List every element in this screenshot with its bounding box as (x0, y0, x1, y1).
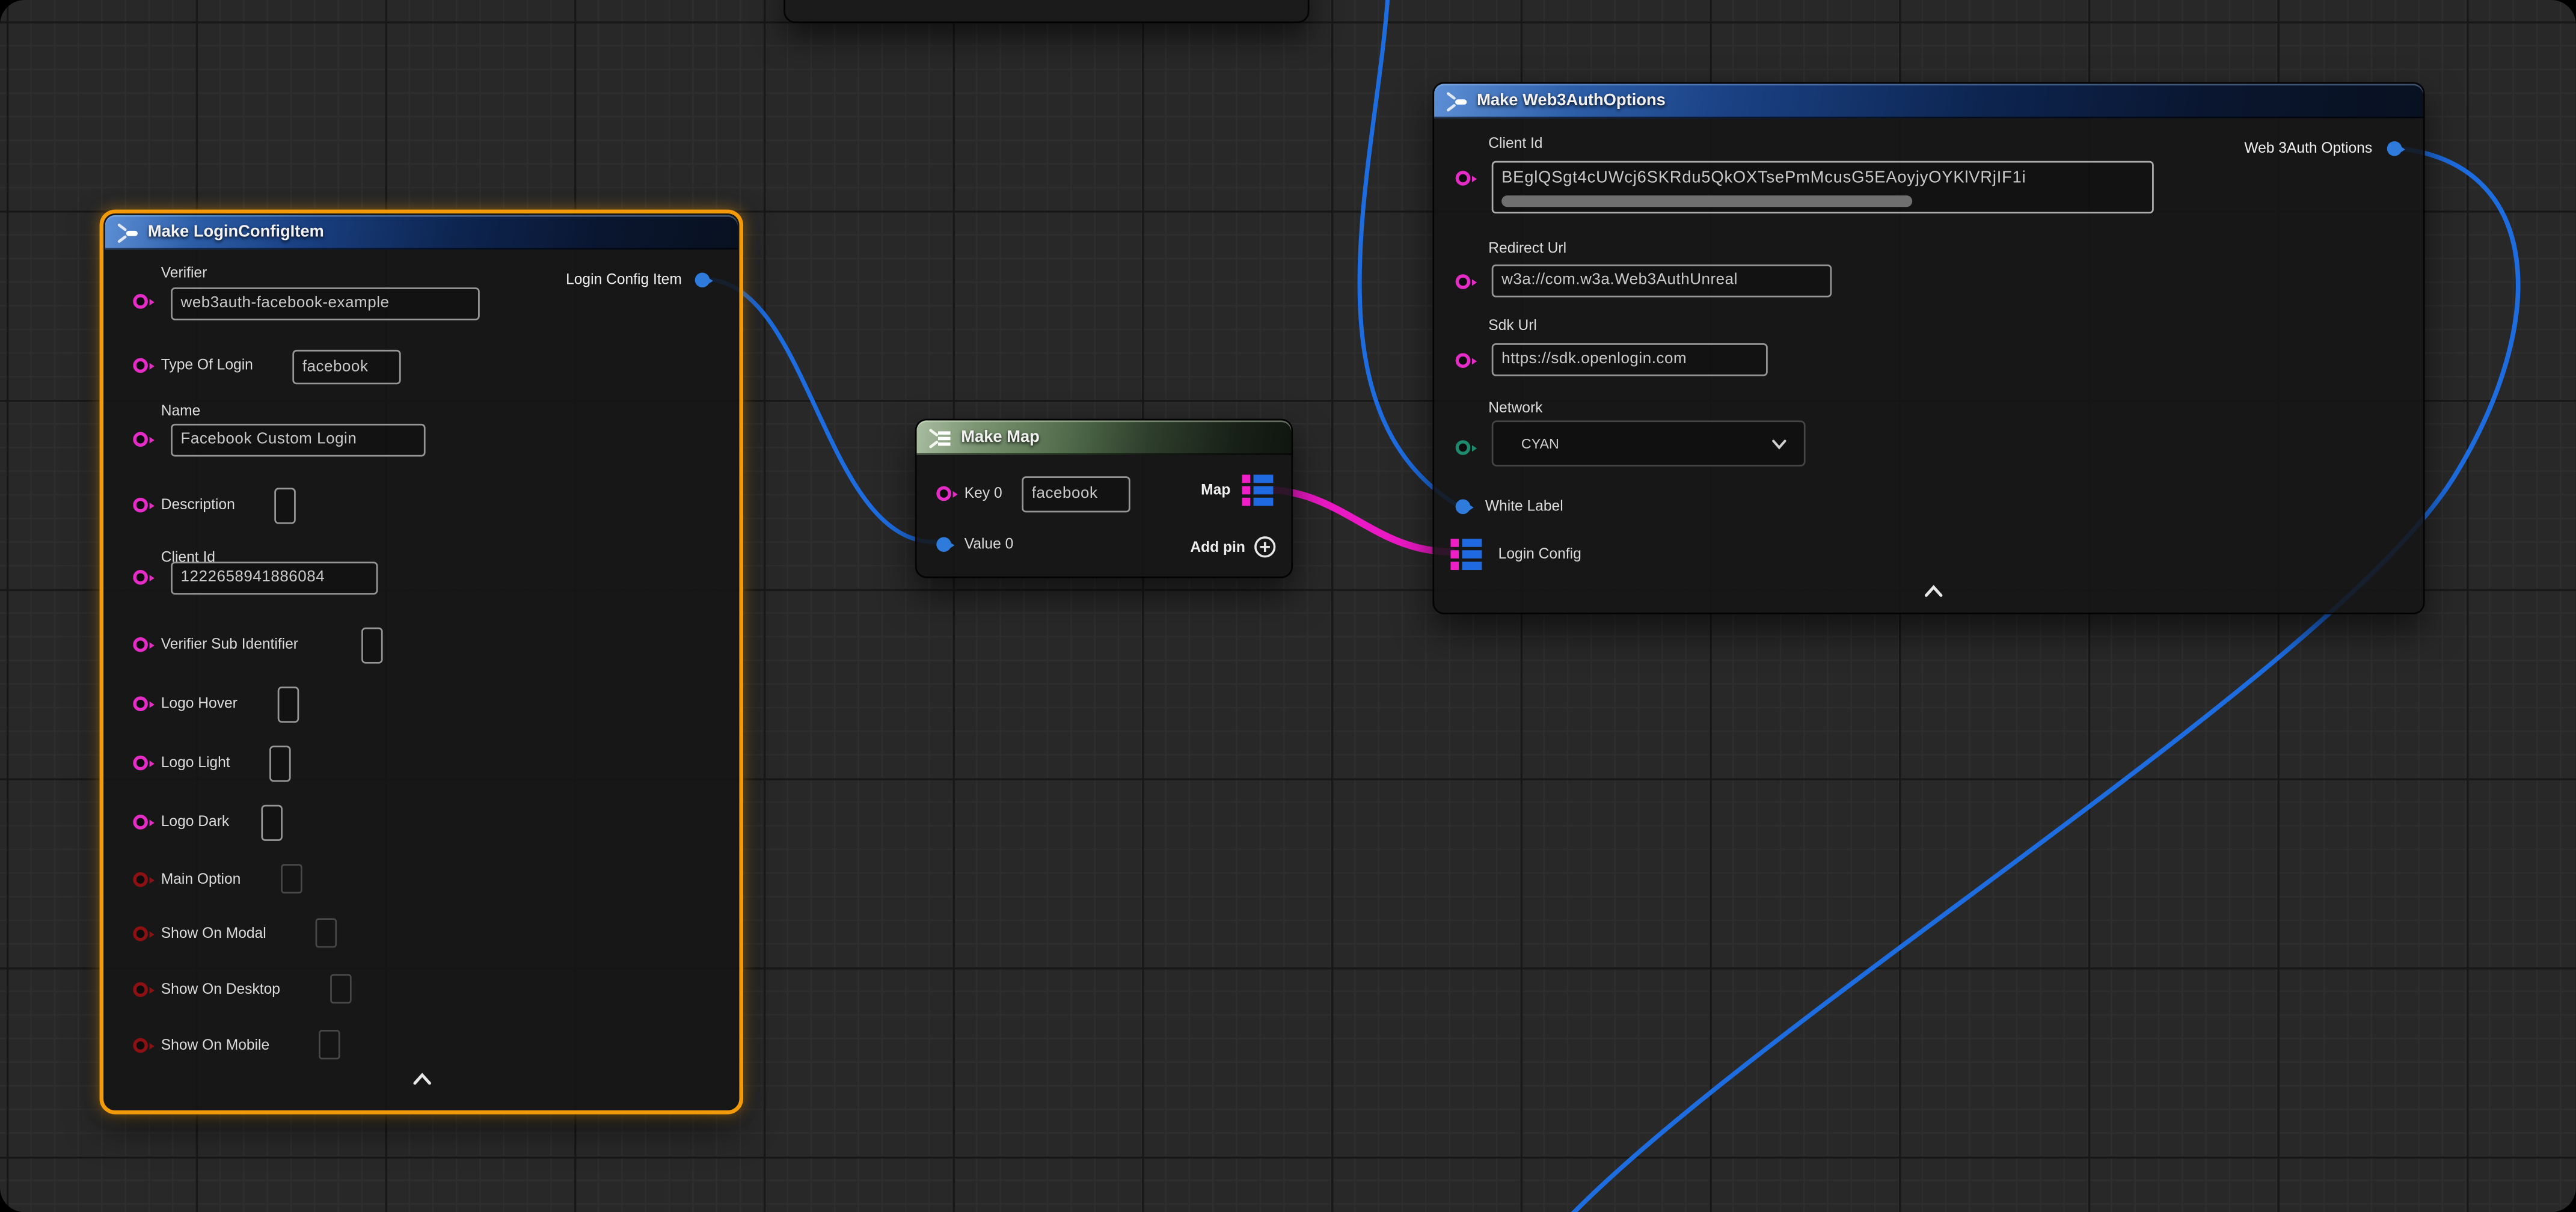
collapse-node-chevron-icon[interactable] (1924, 585, 1943, 598)
pin-label-key0: Key 0 (964, 485, 1002, 503)
show-on-mobile-checkbox[interactable] (319, 1030, 340, 1059)
wire-map-to-loginconfig[interactable] (1265, 489, 1452, 552)
network-selected-value: CYAN (1521, 435, 1559, 451)
show-on-desktop-checkbox[interactable] (330, 974, 352, 1003)
verifier-sub-identifier-field[interactable] (361, 628, 383, 664)
input-pin-name[interactable] (133, 432, 148, 447)
input-pin-client-id[interactable] (1456, 171, 1471, 186)
input-pin-main-option[interactable] (133, 872, 148, 887)
pin-label-logo-hover: Logo Hover (161, 695, 238, 713)
pin-label-client-id: Client Id (1488, 135, 1542, 153)
make-struct-icon (117, 222, 140, 242)
pin-label-description: Description (161, 496, 235, 514)
logo-light-field[interactable] (269, 745, 291, 782)
pin-label-web3auth-options: Web 3Auth Options (2244, 139, 2372, 158)
pin-label-sdk-url: Sdk Url (1488, 317, 1537, 335)
description-field[interactable] (274, 488, 296, 524)
add-pin-plus-icon (1254, 536, 1277, 559)
input-pin-value0[interactable] (936, 537, 951, 552)
input-pin-logo-dark[interactable] (133, 815, 148, 830)
input-pin-verifier-sub-identifier[interactable] (133, 637, 148, 652)
pin-label-verifier: Verifier (161, 265, 207, 283)
output-pin-map[interactable] (1242, 475, 1276, 506)
logo-dark-field[interactable] (261, 805, 283, 841)
input-pin-type-of-login[interactable] (133, 358, 148, 373)
pin-label-map: Map (1201, 482, 1230, 500)
pin-label-show-on-mobile: Show On Mobile (161, 1036, 269, 1054)
network-dropdown[interactable]: CYAN (1492, 420, 1806, 466)
add-pin-button[interactable]: Add pin (1190, 536, 1276, 559)
make-map-icon (928, 428, 953, 448)
pin-label-main-option: Main Option (161, 871, 241, 889)
name-field[interactable]: Facebook Custom Login (171, 424, 425, 457)
blueprint-graph-canvas[interactable]: Make LoginConfigItem Login Config Item V… (0, 0, 2576, 1212)
type-of-login-field[interactable]: facebook (292, 350, 400, 384)
main-option-checkbox[interactable] (281, 864, 302, 893)
pin-label-redirect-url: Redirect Url (1488, 240, 1566, 258)
input-pin-show-on-modal[interactable] (133, 926, 148, 941)
node-title: Make Map (961, 429, 1040, 447)
node-make-map[interactable]: Make Map Key 0 facebook Map Value 0 Add … (915, 419, 1293, 578)
input-pin-client-id[interactable] (133, 570, 148, 585)
input-pin-verifier[interactable] (133, 294, 148, 309)
pin-label-login-config: Login Config (1498, 545, 1581, 563)
pin-label-verifier-sub-identifier: Verifier Sub Identifier (161, 635, 298, 653)
pin-label-white-label: White Label (1485, 498, 1563, 516)
chevron-down-icon (1771, 438, 1787, 449)
node-title: Make LoginConfigItem (148, 224, 324, 242)
input-pin-logo-hover[interactable] (133, 696, 148, 711)
input-pin-redirect-url[interactable] (1456, 274, 1471, 289)
node-make-loginconfigitem[interactable]: Make LoginConfigItem Login Config Item V… (103, 213, 739, 1110)
offscreen-node-partial[interactable] (784, 0, 1309, 23)
input-pin-white-label[interactable] (1456, 500, 1471, 515)
pin-label-network: Network (1488, 399, 1542, 417)
pin-label-type-of-login: Type Of Login (161, 357, 253, 375)
node-header[interactable]: Make Map (917, 420, 1292, 454)
pin-label-show-on-modal: Show On Modal (161, 925, 266, 943)
show-on-modal-checkbox[interactable] (316, 918, 337, 947)
input-pin-show-on-desktop[interactable] (133, 982, 148, 997)
input-pin-logo-light[interactable] (133, 756, 148, 771)
redirect-url-field[interactable]: w3a://com.w3a.Web3AuthUnreal (1492, 265, 1832, 298)
pin-label-logo-dark: Logo Dark (161, 813, 229, 831)
pin-label-logo-light: Logo Light (161, 754, 230, 772)
sdk-url-field[interactable]: https://sdk.openlogin.com (1492, 343, 1768, 376)
input-pin-description[interactable] (133, 498, 148, 513)
input-pin-network[interactable] (1456, 440, 1471, 455)
verifier-field[interactable]: web3auth-facebook-example (171, 287, 480, 320)
horizontal-scrollbar[interactable] (1501, 195, 1912, 206)
client-id-field[interactable]: 1222658941886084 (171, 562, 378, 595)
make-struct-icon (1446, 91, 1468, 111)
key0-field[interactable]: facebook (1022, 476, 1130, 512)
client-id-value: BEglQSgt4cUWcj6SKRdu5QkOXTsePmMcusG5EAoy… (1501, 169, 2026, 187)
output-pin-web3auth-options[interactable] (2387, 141, 2402, 156)
client-id-field[interactable]: BEglQSgt4cUWcj6SKRdu5QkOXTsePmMcusG5EAoy… (1492, 161, 2154, 213)
input-pin-key0[interactable] (936, 486, 951, 501)
output-pin-login-config-item[interactable] (695, 273, 710, 288)
node-header[interactable]: Make LoginConfigItem (105, 215, 738, 249)
pin-label-value0: Value 0 (964, 536, 1014, 554)
node-header[interactable]: Make Web3AuthOptions (1434, 84, 2423, 118)
input-pin-sdk-url[interactable] (1456, 353, 1471, 368)
collapse-node-chevron-icon[interactable] (412, 1073, 432, 1086)
node-make-web3authoptions[interactable]: Make Web3AuthOptions Web 3Auth Options C… (1432, 82, 2424, 614)
logo-hover-field[interactable] (278, 687, 299, 723)
pin-label-login-config-item: Login Config Item (566, 271, 682, 289)
node-title: Make Web3AuthOptions (1477, 92, 1666, 110)
input-pin-show-on-mobile[interactable] (133, 1038, 148, 1053)
input-pin-login-config[interactable] (1450, 539, 1485, 570)
pin-label-show-on-desktop: Show On Desktop (161, 981, 280, 999)
pin-label-name: Name (161, 402, 201, 420)
add-pin-label: Add pin (1190, 539, 1245, 555)
